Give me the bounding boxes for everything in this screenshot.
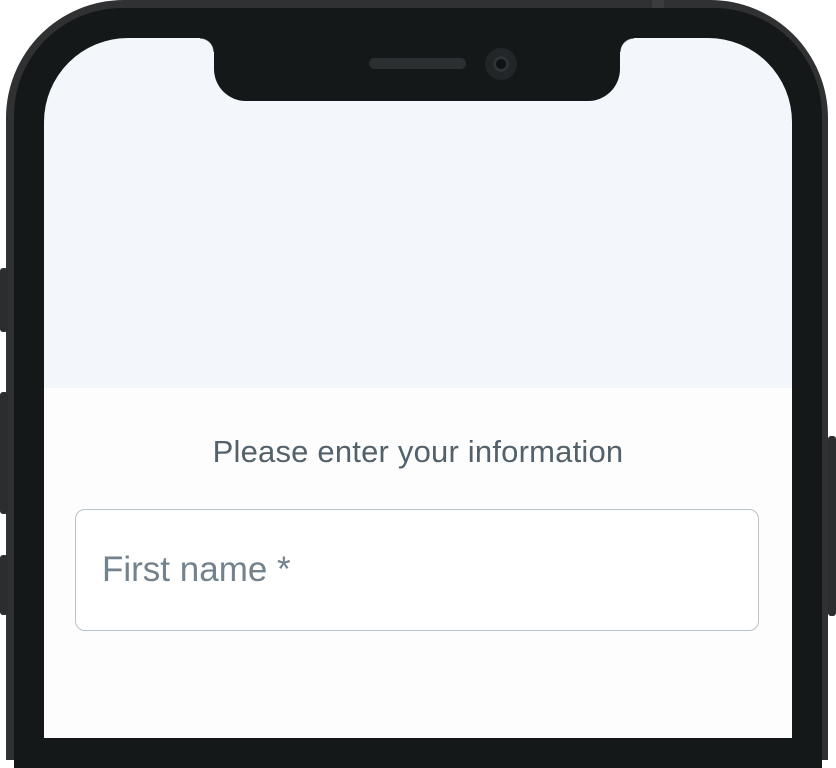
notch — [200, 38, 634, 101]
phone-screen — [44, 38, 792, 738]
volume-down-button — [0, 555, 8, 615]
form-prompt: Please enter your information — [212, 434, 624, 469]
first-name-field[interactable]: First name * — [75, 509, 759, 631]
mute-switch — [0, 268, 8, 332]
first-name-label: First name * — [102, 550, 291, 589]
front-camera-icon — [485, 48, 517, 80]
speaker-grille — [369, 58, 466, 69]
